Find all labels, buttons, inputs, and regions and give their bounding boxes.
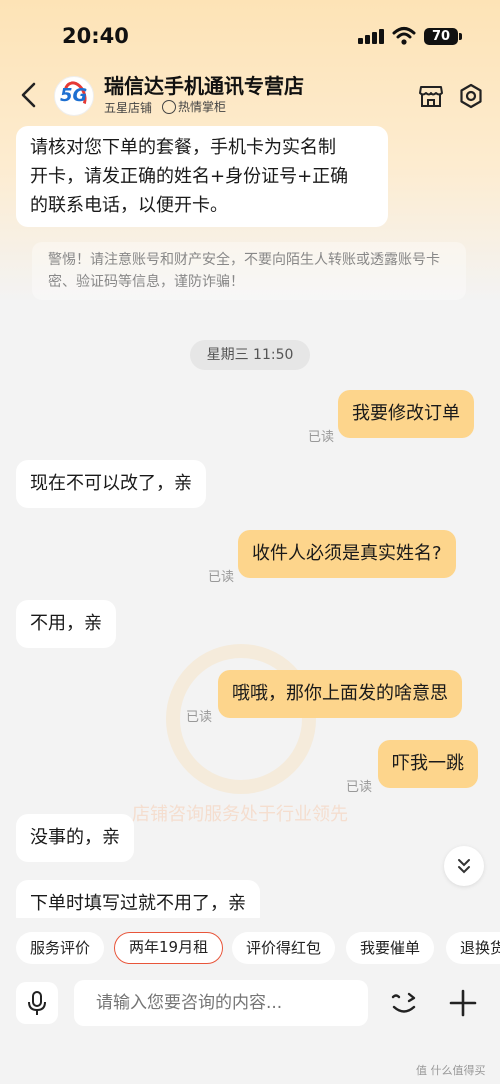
quick-action-chip[interactable]: 服务评价	[16, 932, 105, 964]
emoji-icon[interactable]	[384, 982, 424, 1022]
cellular-signal-icon	[358, 28, 384, 44]
status-time: 20:40	[62, 24, 129, 48]
input-bar: 值 什么值得买	[0, 970, 500, 1084]
store-badge-label: 热情掌柜	[178, 100, 227, 114]
read-receipt: 已读	[308, 430, 335, 445]
watermark-text: 店铺咨询服务处于行业领先	[132, 804, 348, 825]
quick-action-chip[interactable]: 我要催单	[346, 932, 435, 964]
message-line: 请核对您下单的套餐，手机卡为实名制	[30, 137, 336, 158]
message-input[interactable]	[74, 980, 368, 1026]
store-logo-text: 5G	[60, 85, 88, 106]
message-user[interactable]: 哦哦，那你上面发的啥意思	[218, 670, 462, 718]
message-store[interactable]: 下单时填写过就不用了，亲	[16, 880, 260, 918]
chat-header: 5G 瑞信达手机通讯专营店 五星店铺 热情掌柜	[0, 66, 500, 124]
store-logo[interactable]: 5G	[54, 76, 94, 116]
store-rating: 五星店铺	[104, 101, 153, 115]
quick-action-chip[interactable]: 评价得红包	[232, 932, 336, 964]
microphone-icon	[28, 991, 46, 1015]
message-store[interactable]: 没事的，亲	[16, 814, 134, 862]
read-receipt: 已读	[186, 710, 213, 725]
security-notice: 警惕！请注意账号和财产安全，不要向陌生人转账或透露账号卡密、验证码等信息，谨防诈…	[32, 242, 466, 300]
plus-icon[interactable]	[442, 982, 484, 1024]
message-store[interactable]: 现在不可以改了，亲	[16, 460, 206, 508]
status-bar: 20:40 70	[0, 0, 500, 70]
store-icon[interactable]	[418, 84, 444, 108]
message-line: 开卡，请发正确的姓名+身份证号+正确	[30, 166, 349, 187]
quick-action-chip[interactable]: 两年19月租	[114, 932, 224, 964]
store-name[interactable]: 瑞信达手机通讯专营店	[104, 70, 304, 99]
store-badge: 热情掌柜	[162, 98, 226, 115]
message-line: 的联系电话，以便开卡。	[30, 195, 228, 216]
message-user[interactable]: 收件人必须是真实姓名?	[238, 530, 456, 578]
quick-actions-bar: 服务评价 两年19月租 评价得红包 我要催单 退换货	[0, 928, 500, 968]
battery-icon: 70	[424, 28, 462, 45]
message-user[interactable]: 我要修改订单	[338, 390, 474, 438]
wifi-icon	[392, 27, 416, 45]
message-store[interactable]: 请核对您下单的套餐，手机卡为实名制 开卡，请发正确的姓名+身份证号+正确 的联系…	[16, 126, 388, 227]
settings-icon[interactable]	[458, 83, 484, 109]
chat-area[interactable]: 请核对您下单的套餐，手机卡为实名制 开卡，请发正确的姓名+身份证号+正确 的联系…	[0, 124, 500, 918]
back-arrow-icon[interactable]	[16, 80, 42, 110]
read-receipt: 已读	[346, 780, 373, 795]
message-timestamp: 星期三 11:50	[190, 340, 310, 370]
source-watermark: 值 什么值得买	[416, 1064, 486, 1077]
quick-action-chip[interactable]: 退换货	[446, 932, 500, 964]
smile-badge-icon	[162, 99, 176, 114]
scroll-down-button[interactable]	[444, 846, 484, 886]
message-store[interactable]: 不用，亲	[16, 600, 116, 648]
read-receipt: 已读	[208, 570, 235, 585]
double-chevron-down-icon	[458, 859, 470, 874]
message-user[interactable]: 吓我一跳	[378, 740, 478, 788]
voice-button[interactable]	[16, 982, 58, 1024]
